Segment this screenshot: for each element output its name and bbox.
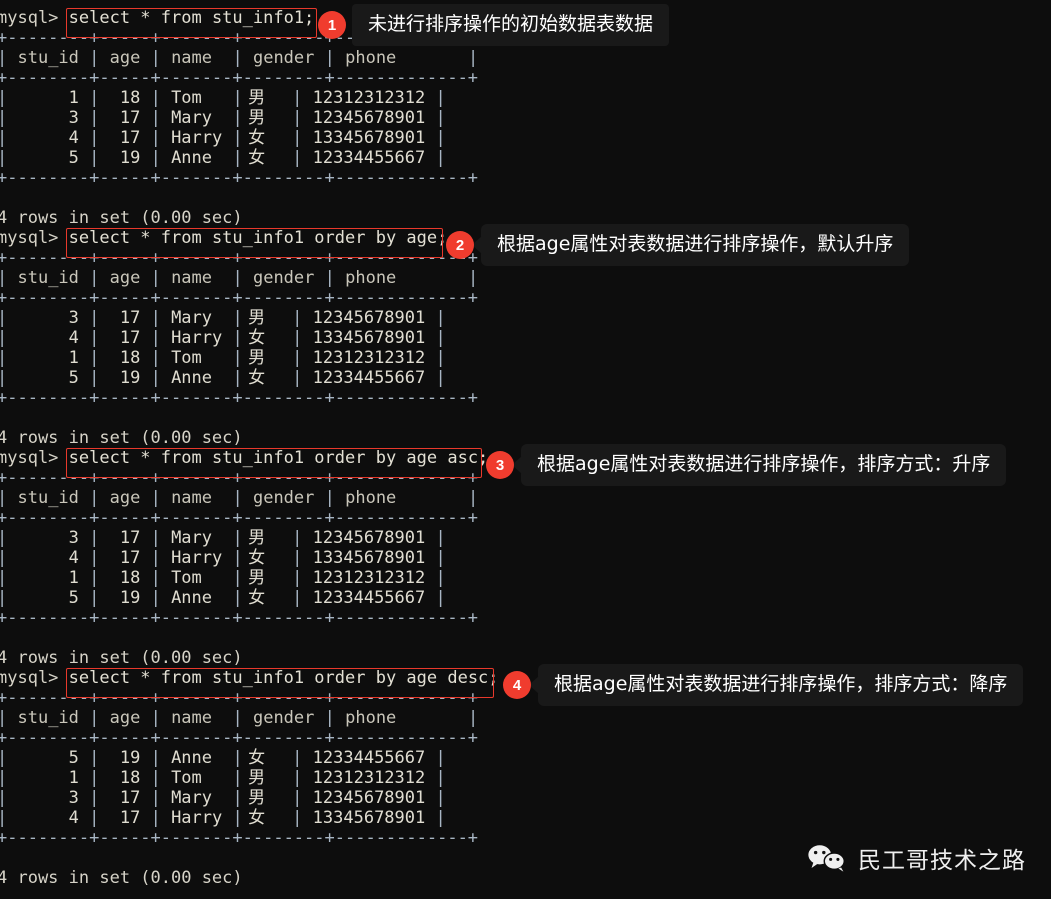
- result-table-line: +--------+-----+-------+--------+-------…: [0, 828, 479, 848]
- status-line: 4 rows in set (0.00 sec): [0, 208, 243, 228]
- result-table-line: | 1 | 18 | Tom | 男 | 12312312312 |: [0, 568, 446, 588]
- annotation-text-4: 根据age属性对表数据进行排序操作，排序方式：降序: [554, 673, 1008, 695]
- annotation-callout-1: 未进行排序操作的初始数据表数据: [352, 4, 670, 46]
- result-table-line: | 1 | 18 | Tom | 男 | 12312312312 |: [0, 768, 446, 788]
- result-table-line: [0, 188, 520, 208]
- status-line: 4 rows in set (0.00 sec): [0, 428, 243, 448]
- annotation-callout-3: 根据age属性对表数据进行排序操作，排序方式：升序: [512, 444, 1007, 486]
- annotation-text-1: 未进行排序操作的初始数据表数据: [368, 13, 654, 35]
- sql-command-line: mysql> select * from stu_info1 order by …: [0, 448, 489, 468]
- result-table-line: | 3 | 17 | Mary | 男 | 12345678901 |: [0, 528, 446, 548]
- result-table-line: | 4 | 17 | Harry | 女 | 13345678901 |: [0, 328, 446, 348]
- result-table-line: | 3 | 17 | Mary | 男 | 12345678901 |: [0, 788, 446, 808]
- result-table-line: | 1 | 18 | Tom | 男 | 12312312312 |: [0, 348, 446, 368]
- step-badge-4: 4: [503, 671, 531, 699]
- result-table-line: [0, 628, 520, 648]
- query-block-4: mysql> select * from stu_info1 order by …: [0, 668, 520, 888]
- query-block-2: mysql> select * from stu_info1 order by …: [0, 228, 520, 448]
- result-table-line: +--------+-----+-------+--------+-------…: [0, 608, 479, 628]
- result-table-line: +--------+-----+-------+--------+-------…: [0, 168, 479, 188]
- result-table-line: | stu_id | age | name | gender | phone |: [0, 268, 479, 288]
- result-table-line: | stu_id | age | name | gender | phone |: [0, 48, 479, 68]
- annotation-text-2: 根据age属性对表数据进行排序操作，默认升序: [497, 233, 894, 255]
- result-table-line: | stu_id | age | name | gender | phone |: [0, 708, 479, 728]
- annotation-text-3: 根据age属性对表数据进行排序操作，排序方式：升序: [537, 453, 991, 475]
- result-table-line: | 3 | 17 | Mary | 男 | 12345678901 |: [0, 308, 446, 328]
- result-table-line: +--------+-----+-------+--------+-------…: [0, 688, 479, 708]
- result-table-line: | 5 | 19 | Anne | 女 | 12334455667 |: [0, 748, 446, 768]
- status-line: 4 rows in set (0.00 sec): [0, 868, 243, 888]
- result-table-line: | 1 | 18 | Tom | 男 | 12312312312 |: [0, 88, 446, 108]
- step-badge-2: 2: [446, 231, 474, 259]
- watermark-label: 民工哥技术之路: [858, 848, 1026, 874]
- result-table-line: | 5 | 19 | Anne | 女 | 12334455667 |: [0, 148, 446, 168]
- result-table-line: | 3 | 17 | Mary | 男 | 12345678901 |: [0, 108, 446, 128]
- result-table-line: +--------+-----+-------+--------+-------…: [0, 248, 479, 268]
- annotation-callout-2: 根据age属性对表数据进行排序操作，默认升序: [472, 224, 910, 266]
- result-table-line: | 5 | 19 | Anne | 女 | 12334455667 |: [0, 588, 446, 608]
- sql-command-line: mysql> select * from stu_info1 order by …: [0, 668, 499, 688]
- result-table-line: | 4 | 17 | Harry | 女 | 13345678901 |: [0, 808, 446, 828]
- result-table-line: | 4 | 17 | Harry | 女 | 13345678901 |: [0, 548, 446, 568]
- result-table-line: | 4 | 17 | Harry | 女 | 13345678901 |: [0, 128, 446, 148]
- status-line: 4 rows in set (0.00 sec): [0, 648, 243, 668]
- result-table-line: +--------+-----+-------+--------+-------…: [0, 388, 479, 408]
- annotation-callout-4: 根据age属性对表数据进行排序操作，排序方式：降序: [529, 664, 1024, 706]
- result-table-line: +--------+-----+-------+--------+-------…: [0, 288, 479, 308]
- step-badge-1: 1: [318, 11, 346, 39]
- result-table-line: +--------+-----+-------+--------+-------…: [0, 68, 479, 88]
- result-table-line: +--------+-----+-------+--------+-------…: [0, 468, 479, 488]
- result-table-line: +--------+-----+-------+--------+-------…: [0, 508, 479, 528]
- result-table-line: +--------+-----+-------+--------+-------…: [0, 728, 479, 748]
- step-badge-3: 3: [486, 451, 514, 479]
- result-table-line: [0, 848, 520, 868]
- result-table-line: | 5 | 19 | Anne | 女 | 12334455667 |: [0, 368, 446, 388]
- result-table-line: [0, 408, 520, 428]
- watermark: 民工哥技术之路: [807, 841, 1026, 875]
- query-block-3: mysql> select * from stu_info1 order by …: [0, 448, 520, 668]
- result-table-line: | stu_id | age | name | gender | phone |: [0, 488, 479, 508]
- wechat-icon: [807, 844, 847, 872]
- terminal-screenshot: mysql> select * from stu_info1; +--------…: [0, 0, 1051, 899]
- sql-command-line: mysql> select * from stu_info1 order by …: [0, 228, 448, 248]
